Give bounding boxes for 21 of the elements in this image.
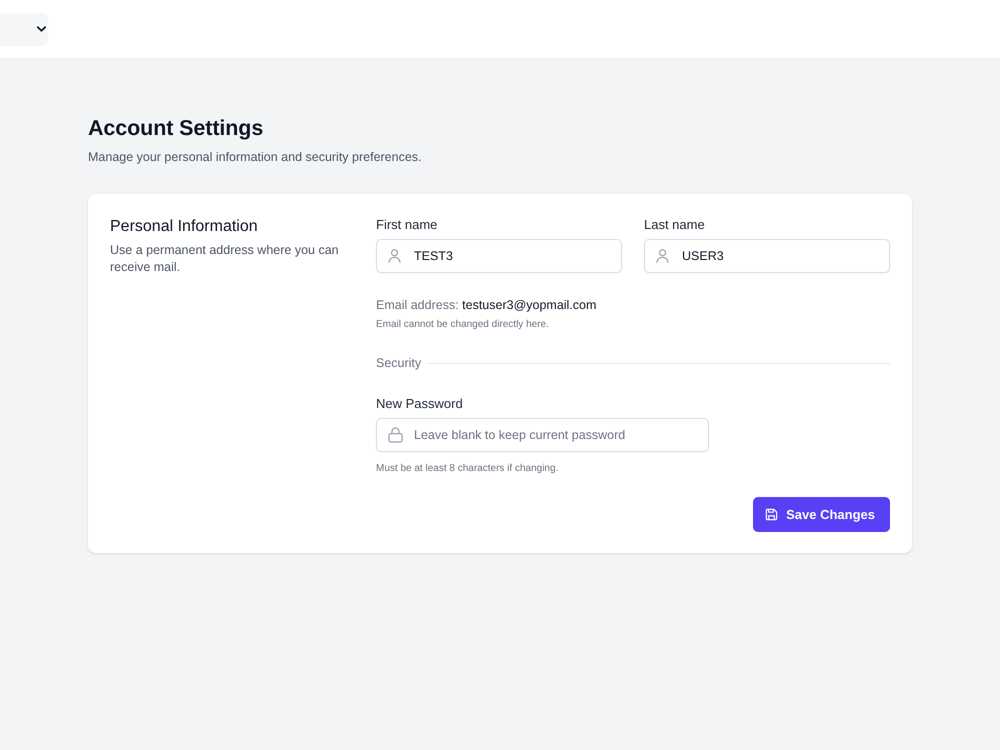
email-address-text: Email address: testuser3@yopmail.com (376, 297, 596, 313)
password-hint: Must be at least 8 characters if changing. (376, 462, 558, 475)
save-changes-button[interactable]: Save Changes (753, 497, 890, 532)
page-subtitle: Manage your personal information and security preferences. (88, 149, 423, 165)
floppy-disk-icon (765, 508, 778, 521)
password-field[interactable]: Leave blank to keep current password (376, 418, 709, 452)
section-description: Use a permanent address where you can receive mail. (110, 242, 340, 276)
dropdown[interactable] (0, 12, 48, 46)
user-icon (656, 249, 669, 263)
section-title: Personal Information (110, 217, 259, 237)
text-field[interactable]: TEST3 (376, 239, 622, 273)
lock-icon (388, 427, 403, 443)
field-label: First name (376, 217, 438, 233)
user-icon (388, 249, 401, 263)
page-title: Account Settings (88, 115, 264, 141)
chevron-down-icon (37, 26, 46, 32)
field-label: New Password (376, 396, 463, 412)
field-label: Last name (644, 217, 705, 233)
security-heading: Security (376, 355, 422, 371)
email-note: Email cannot be changed directly here. (376, 318, 549, 331)
text-field[interactable]: USER3 (644, 239, 890, 273)
